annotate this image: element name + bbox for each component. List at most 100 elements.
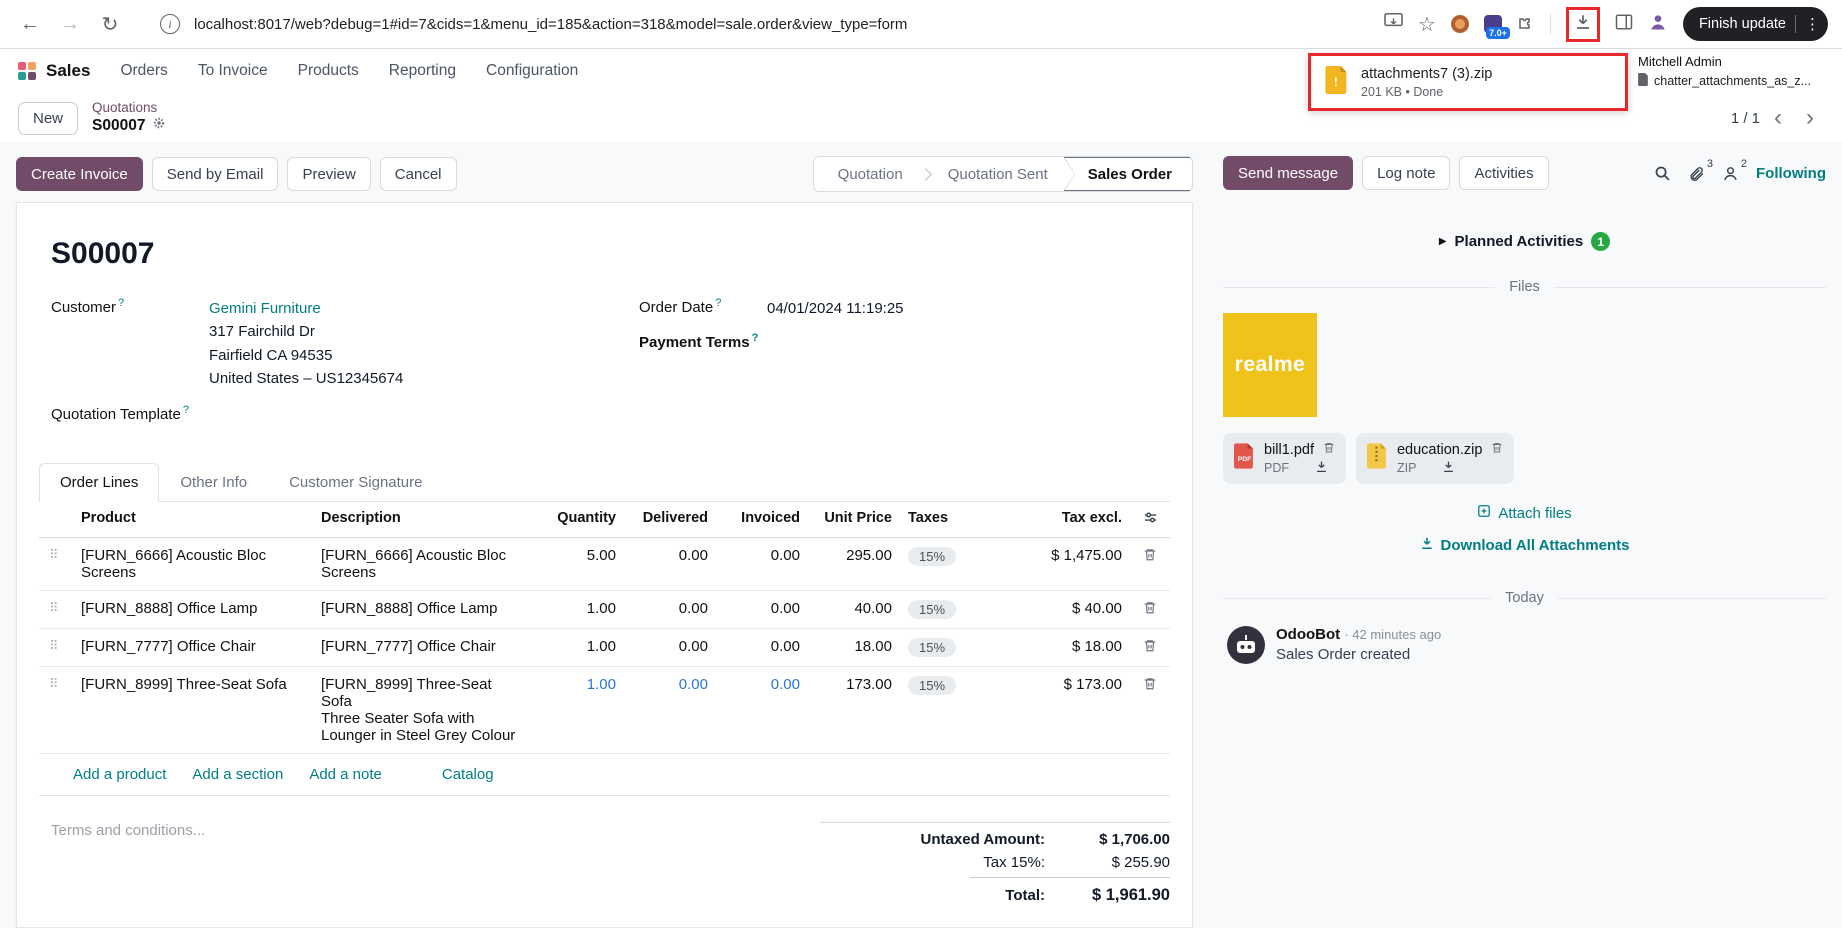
- tab-other-info[interactable]: Other Info: [159, 463, 268, 502]
- delete-file-icon[interactable]: [1491, 441, 1503, 458]
- search-messages-icon[interactable]: [1654, 165, 1671, 182]
- delete-row-icon[interactable]: [1130, 676, 1170, 695]
- customer-link[interactable]: Gemini Furniture: [209, 300, 321, 317]
- download-filename[interactable]: attachments7 (3).zip: [1361, 66, 1492, 82]
- planned-activities[interactable]: ▶ Planned Activities 1: [1223, 232, 1826, 251]
- cell-description[interactable]: [FURN_6666] Acoustic Bloc Screens: [313, 547, 532, 581]
- delete-file-icon[interactable]: [1323, 441, 1335, 458]
- tab-customer-signature[interactable]: Customer Signature: [268, 463, 443, 502]
- table-row[interactable]: ⠿ [FURN_6666] Acoustic Bloc Screens [FUR…: [39, 538, 1170, 591]
- cell-invoiced[interactable]: 0.00: [716, 638, 808, 655]
- bookmark-star-icon[interactable]: ☆: [1418, 12, 1436, 37]
- site-info-icon[interactable]: i: [160, 14, 180, 34]
- col-description[interactable]: Description: [313, 510, 532, 526]
- attach-files-button[interactable]: Attach files: [1223, 504, 1826, 522]
- nav-item-orders[interactable]: Orders: [120, 62, 167, 80]
- downloads-icon[interactable]: [1574, 13, 1592, 36]
- cell-delivered[interactable]: 0.00: [624, 638, 716, 655]
- pager-previous-button[interactable]: ‹: [1764, 104, 1792, 132]
- cell-unit-price[interactable]: 295.00: [808, 547, 900, 564]
- side-panel-icon[interactable]: [1615, 13, 1633, 36]
- status-quotation-sent[interactable]: Quotation Sent: [932, 166, 1064, 183]
- attachments-icon[interactable]: 3: [1688, 165, 1705, 182]
- cell-description[interactable]: [FURN_8999] Three-Seat SofaThree Seater …: [313, 676, 532, 744]
- drag-handle-icon[interactable]: ⠿: [39, 638, 73, 654]
- file-card-zip[interactable]: education.zip ZIP: [1356, 433, 1514, 484]
- tab-order-lines[interactable]: Order Lines: [39, 463, 159, 502]
- chatter-message[interactable]: OdooBot 42 minutes ago Sales Order creat…: [1223, 626, 1826, 669]
- col-tax-excl[interactable]: Tax excl.: [1000, 510, 1130, 526]
- following-button[interactable]: Following: [1756, 165, 1826, 182]
- download-all-attachments-button[interactable]: Download All Attachments: [1223, 536, 1826, 554]
- add-note-link[interactable]: Add a note: [309, 766, 382, 783]
- preview-button[interactable]: Preview: [287, 157, 370, 191]
- cell-invoiced[interactable]: 0.00: [716, 676, 808, 693]
- message-author[interactable]: OdooBot: [1276, 626, 1340, 643]
- new-button[interactable]: New: [18, 102, 78, 135]
- forward-icon[interactable]: →: [54, 8, 86, 40]
- cell-quantity[interactable]: 1.00: [532, 600, 624, 617]
- nav-item-to-invoice[interactable]: To Invoice: [198, 62, 268, 80]
- order-date-value[interactable]: 04/01/2024 11:19:25: [767, 297, 904, 320]
- attachment-thumbnail[interactable]: realme: [1223, 313, 1317, 417]
- table-row[interactable]: ⠿ [FURN_7777] Office Chair [FURN_7777] O…: [39, 629, 1170, 667]
- cell-unit-price[interactable]: 173.00: [808, 676, 900, 693]
- help-icon[interactable]: ?: [715, 297, 721, 309]
- col-unit-price[interactable]: Unit Price: [808, 510, 900, 526]
- delete-row-icon[interactable]: [1130, 600, 1170, 619]
- file-card-pdf[interactable]: PDF bill1.pdf PDF: [1223, 433, 1346, 484]
- nav-item-configuration[interactable]: Configuration: [486, 62, 578, 80]
- terms-placeholder[interactable]: Terms and conditions...: [51, 822, 205, 911]
- url-bar[interactable]: localhost:8017/web?debug=1#id=7&cids=1&m…: [194, 16, 1376, 33]
- browser-menu-icon[interactable]: ⋮: [1805, 15, 1820, 33]
- table-row[interactable]: ⠿ [FURN_8999] Three-Seat Sofa [FURN_8999…: [39, 667, 1170, 754]
- col-product[interactable]: Product: [73, 510, 313, 526]
- status-sales-order[interactable]: Sales Order: [1064, 157, 1190, 191]
- cell-product[interactable]: [FURN_6666] Acoustic Bloc Screens: [73, 547, 313, 581]
- cell-taxes[interactable]: 15%: [900, 547, 1000, 566]
- catalog-link[interactable]: Catalog: [442, 766, 494, 783]
- drag-handle-icon[interactable]: ⠿: [39, 600, 73, 616]
- extension-icon-2[interactable]: 7.0+: [1484, 15, 1502, 33]
- cell-description[interactable]: [FURN_7777] Office Chair: [313, 638, 532, 655]
- cell-description[interactable]: [FURN_8888] Office Lamp: [313, 600, 532, 617]
- col-quantity[interactable]: Quantity: [532, 510, 624, 526]
- create-invoice-button[interactable]: Create Invoice: [16, 157, 143, 191]
- cell-taxes[interactable]: 15%: [900, 638, 1000, 657]
- log-note-button[interactable]: Log note: [1362, 156, 1450, 190]
- activities-button[interactable]: Activities: [1459, 156, 1548, 190]
- col-taxes[interactable]: Taxes: [900, 510, 1000, 526]
- cell-product[interactable]: [FURN_7777] Office Chair: [73, 638, 313, 655]
- add-product-link[interactable]: Add a product: [73, 766, 166, 783]
- drag-handle-icon[interactable]: ⠿: [39, 676, 73, 692]
- file-name[interactable]: bill1.pdf: [1264, 442, 1314, 458]
- status-quotation[interactable]: Quotation: [822, 166, 919, 183]
- cancel-button[interactable]: Cancel: [380, 157, 457, 191]
- nav-item-reporting[interactable]: Reporting: [389, 62, 456, 80]
- reload-icon[interactable]: ↻: [94, 8, 126, 40]
- cell-product[interactable]: [FURN_8888] Office Lamp: [73, 600, 313, 617]
- finish-update-button[interactable]: Finish update ⋮: [1683, 7, 1828, 41]
- nav-item-products[interactable]: Products: [298, 62, 359, 80]
- col-invoiced[interactable]: Invoiced: [716, 510, 808, 526]
- cell-quantity[interactable]: 1.00: [532, 676, 624, 693]
- add-section-link[interactable]: Add a section: [192, 766, 283, 783]
- apps-menu-icon[interactable]: [18, 62, 36, 80]
- cell-taxes[interactable]: 15%: [900, 600, 1000, 619]
- file-name[interactable]: education.zip: [1397, 442, 1482, 458]
- cell-unit-price[interactable]: 18.00: [808, 638, 900, 655]
- cell-delivered[interactable]: 0.00: [624, 600, 716, 617]
- breadcrumb-quotations[interactable]: Quotations: [92, 100, 166, 116]
- cell-delivered[interactable]: 0.00: [624, 547, 716, 564]
- app-name[interactable]: Sales: [46, 61, 90, 81]
- cell-delivered[interactable]: 0.00: [624, 676, 716, 693]
- cell-quantity[interactable]: 1.00: [532, 638, 624, 655]
- cell-taxes[interactable]: 15%: [900, 676, 1000, 695]
- table-row[interactable]: ⠿ [FURN_8888] Office Lamp [FURN_8888] Of…: [39, 591, 1170, 629]
- cell-unit-price[interactable]: 40.00: [808, 600, 900, 617]
- help-icon[interactable]: ?: [752, 332, 759, 344]
- cell-invoiced[interactable]: 0.00: [716, 600, 808, 617]
- install-app-icon[interactable]: [1384, 13, 1403, 35]
- followers-icon[interactable]: 2: [1722, 165, 1739, 182]
- cell-product[interactable]: [FURN_8999] Three-Seat Sofa: [73, 676, 313, 693]
